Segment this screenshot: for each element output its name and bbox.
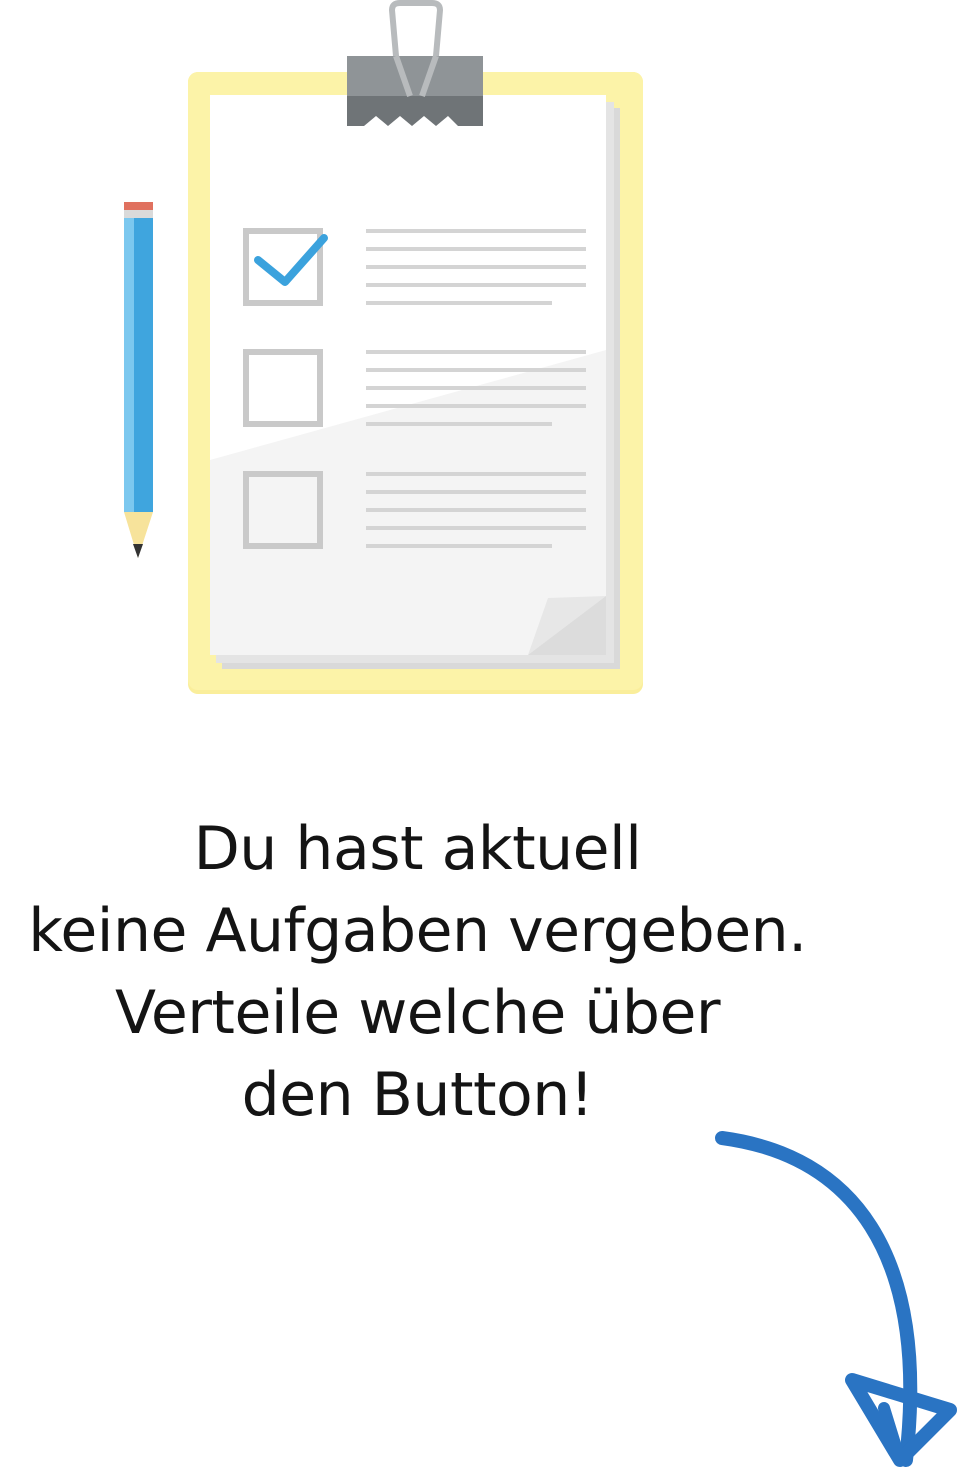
message-line: den Button! [241,1060,594,1130]
empty-state-page: Du hast aktuell keine Aufgaben vergeben.… [0,0,957,1469]
clipboard-checklist-illustration [124,0,643,694]
message-line: Du hast aktuell [193,814,642,884]
clipboard-icon [188,0,643,694]
message-line: keine Aufgaben vergeben. [28,896,807,966]
pencil-icon [124,202,153,558]
empty-state-message: Du hast aktuell keine Aufgaben vergeben.… [0,808,835,1136]
message-line: Verteile welche über [114,978,721,1048]
